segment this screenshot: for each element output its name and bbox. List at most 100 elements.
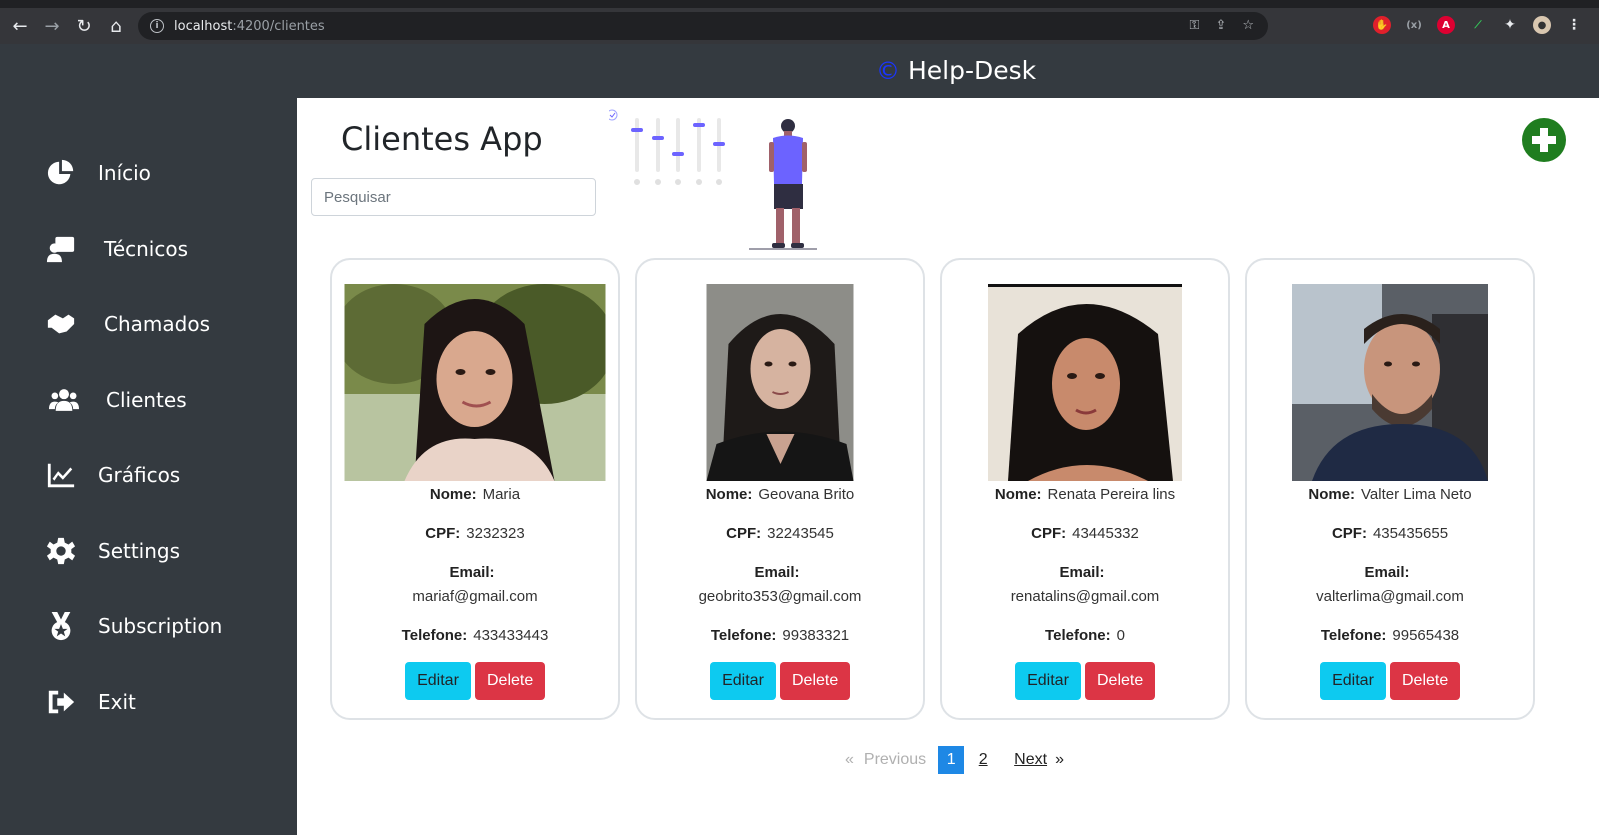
client-card: Nome: Valter Lima Neto CPF: 435435655 Emai…: [1245, 258, 1535, 720]
site-info-icon[interactable]: i: [150, 19, 164, 33]
phone-value: 0: [1116, 627, 1125, 644]
sidebar-item-inicio[interactable]: Início: [46, 158, 151, 188]
phone-label: Telefone:: [1045, 627, 1111, 644]
client-phone: Telefone: 433433443: [332, 627, 618, 644]
client-card: Nome: Geovana Brito CPF: 32243545 Email: g…: [635, 258, 925, 720]
extension-adblock-icon[interactable]: ✋: [1373, 16, 1391, 34]
email-label: Email:: [754, 564, 800, 581]
client-email-label: Email:: [942, 564, 1228, 581]
client-card: Nome: Maria CPF: 3232323 Email: mariaf@gma…: [330, 258, 620, 720]
email-label: Email:: [449, 564, 495, 581]
sidebar-item-exit[interactable]: Exit: [46, 687, 136, 717]
pagination-next[interactable]: Next »: [1014, 751, 1064, 769]
client-photo: [344, 284, 606, 481]
edit-button[interactable]: Editar: [405, 662, 471, 700]
client-cpf: CPF: 3232323: [332, 525, 618, 542]
sidebar-item-settings[interactable]: Settings: [46, 536, 180, 566]
cpf-value: 3232323: [466, 525, 525, 542]
delete-button[interactable]: Delete: [1390, 662, 1460, 700]
app-header: [0, 44, 1599, 98]
client-card: Nome: Renata Pereira lins CPF: 43445332 Em…: [940, 258, 1230, 720]
browser-menu-icon[interactable]: ⋮: [1565, 16, 1583, 34]
share-icon[interactable]: ⇪: [1215, 18, 1226, 33]
brand[interactable]: © Help-Desk: [876, 56, 1036, 85]
phone-value: 99383321: [782, 627, 850, 644]
add-client-button[interactable]: [1522, 118, 1566, 162]
cpf-label: CPF:: [425, 525, 461, 542]
client-name: Nome: Geovana Brito: [637, 486, 923, 503]
cpf-label: CPF:: [1031, 525, 1067, 542]
client-cpf: CPF: 43445332: [942, 525, 1228, 542]
pagination-previous[interactable]: « Previous: [845, 751, 926, 769]
main-content: Clientes App Pesquisar Nome: Maria CPF: …: [297, 98, 1599, 835]
back-icon[interactable]: ←: [4, 10, 36, 42]
pie-chart-icon: [46, 158, 76, 188]
extension-angular-icon[interactable]: A: [1437, 16, 1455, 34]
cpf-label: CPF:: [1331, 525, 1367, 542]
medal-icon: [46, 611, 76, 641]
name-value: Maria: [482, 486, 521, 503]
delete-button[interactable]: Delete: [1085, 662, 1155, 700]
client-phone: Telefone: 0: [942, 627, 1228, 644]
name-label: Nome:: [1308, 486, 1356, 503]
settings-person-illustration: [609, 109, 817, 250]
sidebar-item-subscription[interactable]: Subscription: [46, 611, 222, 641]
home-icon[interactable]: ⌂: [100, 10, 132, 42]
phone-label: Telefone:: [710, 627, 777, 644]
client-email-label: Email:: [1247, 564, 1533, 581]
browser-toolbar: ← → ↻ ⌂ i localhost:4200/clientes ⚿ ⇪ ☆ …: [0, 8, 1599, 44]
edit-button[interactable]: Editar: [1015, 662, 1081, 700]
key-icon[interactable]: ⚿: [1190, 18, 1200, 33]
copyright-icon: ©: [876, 56, 900, 85]
name-label: Nome:: [994, 486, 1042, 503]
delete-button[interactable]: Delete: [780, 662, 850, 700]
client-phone: Telefone: 99383321: [637, 627, 923, 644]
handshake-icon: [46, 309, 76, 339]
bookmark-star-icon[interactable]: ☆: [1242, 18, 1254, 33]
client-photo: [988, 284, 1182, 481]
plus-icon: [1532, 128, 1556, 152]
edit-button[interactable]: Editar: [1320, 662, 1386, 700]
extensions-puzzle-icon[interactable]: ✦: [1501, 16, 1519, 34]
brand-title: Help-Desk: [908, 56, 1037, 85]
client-photo: [1292, 284, 1488, 481]
client-cpf: CPF: 435435655: [1247, 525, 1533, 542]
extension-variables-icon[interactable]: (x): [1405, 16, 1423, 34]
chart-line-icon: [46, 460, 76, 490]
sidebar-item-label: Chamados: [104, 312, 210, 336]
cpf-value: 43445332: [1072, 525, 1139, 542]
address-bar[interactable]: i localhost:4200/clientes ⚿ ⇪ ☆: [138, 12, 1268, 40]
email-label: Email:: [1059, 564, 1105, 581]
next-label: Next: [1014, 751, 1048, 768]
client-email: valterlima@gmail.com: [1316, 588, 1464, 605]
browser-tabstrip: [0, 0, 1599, 8]
pagination: « Previous 1 2 Next »: [845, 746, 1064, 774]
delete-button[interactable]: Delete: [475, 662, 545, 700]
page-1[interactable]: 1: [938, 746, 965, 774]
edit-button[interactable]: Editar: [710, 662, 776, 700]
name-value: Geovana Brito: [758, 486, 855, 503]
page-2[interactable]: 2: [970, 746, 996, 774]
client-email: geobrito353@gmail.com: [698, 588, 862, 605]
client-name: Nome: Renata Pereira lins: [942, 486, 1228, 503]
profile-avatar[interactable]: ●: [1533, 16, 1551, 34]
name-label: Nome:: [705, 486, 753, 503]
email-label: Email:: [1364, 564, 1410, 581]
forward-icon[interactable]: →: [36, 10, 68, 42]
phone-label: Telefone:: [401, 627, 468, 644]
users-icon: [46, 385, 82, 415]
extension-green-icon[interactable]: ⟋: [1469, 16, 1487, 34]
url-host: localhost: [174, 18, 233, 34]
gear-icon: [46, 536, 76, 566]
sidebar-item-graficos[interactable]: Gráficos: [46, 460, 180, 490]
cpf-value: 435435655: [1372, 525, 1449, 542]
client-phone: Telefone: 99565438: [1247, 627, 1533, 644]
sidebar-item-chamados[interactable]: Chamados: [46, 309, 210, 339]
phone-label: Telefone:: [1320, 627, 1387, 644]
phone-value: 433433443: [473, 627, 549, 644]
reload-icon[interactable]: ↻: [68, 10, 100, 42]
search-input[interactable]: [311, 178, 596, 216]
client-cpf: CPF: 32243545: [637, 525, 923, 542]
sidebar-item-tecnicos[interactable]: Técnicos: [46, 234, 188, 264]
sidebar-item-clientes[interactable]: Clientes: [46, 385, 187, 415]
